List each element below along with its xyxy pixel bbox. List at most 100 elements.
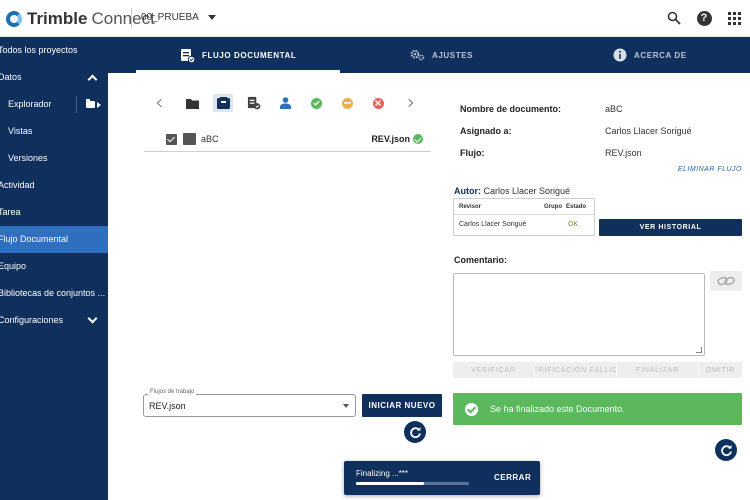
tab-bar: FLUJO DOCUMENTAL AJUSTES ACERCA DE <box>108 37 750 73</box>
workflow-select-value: REV.json <box>149 401 186 411</box>
tab-acerca-de[interactable]: ACERCA DE <box>612 37 687 73</box>
doc-name-value: aBC <box>605 104 623 114</box>
resize-handle[interactable] <box>696 347 702 353</box>
reviewer-table: Revisor Grupo Estado Carlos Llacer Sorig… <box>453 198 595 236</box>
link-icon <box>717 276 735 286</box>
help-button[interactable]: ? <box>696 10 712 26</box>
sidebar-item-configuraciones[interactable]: Configuraciones <box>0 307 108 334</box>
tab-label: AJUSTES <box>432 50 474 60</box>
sidebar-item-flujo-documental[interactable]: Flujo Documental <box>0 226 108 253</box>
filter-approved[interactable] <box>309 96 323 110</box>
topbar-actions: ? <box>666 10 742 26</box>
flow-label: Flujo: <box>460 148 485 158</box>
author: Autor: Carlos Llacer Sorigué <box>454 186 570 196</box>
close-snackbar-button[interactable]: CERRAR <box>494 473 531 482</box>
column-header: Grupo <box>544 204 562 210</box>
list-item[interactable]: aBC REV.json <box>144 128 431 152</box>
sidebar-item-label: Versiones <box>8 153 48 163</box>
flow-value: REV.json <box>605 148 642 158</box>
comment-textarea[interactable] <box>453 273 705 356</box>
tab-ajustes[interactable]: AJUSTES <box>410 37 473 73</box>
table-divider <box>454 214 594 215</box>
sidebar-item-bibliotecas[interactable]: Bibliotecas de conjuntos ... <box>0 280 108 307</box>
sidebar-divider <box>76 96 77 113</box>
refresh-button[interactable] <box>404 421 426 443</box>
sidebar-item-versiones[interactable]: Versiones <box>0 145 108 172</box>
filter-inbox[interactable] <box>213 94 233 112</box>
finalize-button[interactable]: FINALIZAR <box>617 362 698 378</box>
progress-bar-fill <box>356 482 424 485</box>
filter-pending[interactable] <box>340 96 354 110</box>
status-badge: OK <box>568 221 579 228</box>
workflow-doc-icon <box>247 96 261 110</box>
success-message: Se ha finalizado este Documento. <box>490 404 625 414</box>
sidebar-item-label: Equipo <box>0 261 27 271</box>
progress-snackbar: Finalizing ...*** CERRAR <box>344 461 540 495</box>
delete-flow-link[interactable]: ELIMINAR FLUJO <box>678 166 742 173</box>
workflow-select-label: Flujos de trabajo <box>148 389 197 395</box>
filter-workflow-doc[interactable] <box>247 96 261 110</box>
skip-button[interactable]: OMITIR <box>699 362 742 378</box>
inbox-icon <box>216 97 230 109</box>
sidebar-item-label: Flujo Documental <box>0 234 69 244</box>
sidebar-item-label: Bibliotecas de conjuntos ... <box>0 288 106 298</box>
view-history-button[interactable]: VER HISTORIAL <box>599 219 742 236</box>
search-icon[interactable] <box>666 10 682 26</box>
start-new-button[interactable]: INICIAR NUEVO <box>362 394 442 417</box>
verification-failed-button[interactable]: VERIFICACIÓN FALLIDA <box>535 362 616 378</box>
filter-rejected[interactable] <box>371 96 385 110</box>
chevron-down-icon[interactable] <box>87 313 98 324</box>
trimble-connect-logo[interactable]: Trimble Connect <box>6 9 155 29</box>
active-tab-indicator <box>136 70 340 73</box>
top-bar: Trimble Connect 00_PRUEBA ? <box>0 0 750 37</box>
folder-icon[interactable] <box>86 99 95 108</box>
sidebar-item-label: Tarea <box>0 207 21 217</box>
document-revision: REV.json <box>371 134 423 144</box>
sidebar-item-datos[interactable]: Datos <box>0 64 108 91</box>
project-name: 00_PRUEBA <box>141 12 199 23</box>
reviewer-name: Carlos Llacer Sorigué <box>459 221 527 228</box>
sidebar-item-label: Datos <box>0 72 22 82</box>
sidebar-item-actividad[interactable]: Actividad <box>0 172 108 199</box>
tab-flujo-documental[interactable]: FLUJO DOCUMENTAL <box>180 37 296 73</box>
person-icon <box>279 97 291 109</box>
chevron-up-icon[interactable] <box>87 74 98 85</box>
trimble-logo-icon <box>6 11 22 27</box>
check-circle-icon <box>413 134 423 144</box>
sidebar-item-label: Vistas <box>8 126 33 136</box>
sidebar-item-todos-los-proyectos[interactable]: Todos los proyectos <box>0 37 108 64</box>
caret-down-icon <box>207 15 216 20</box>
project-selector[interactable]: 00_PRUEBA <box>141 12 216 23</box>
author-value: Carlos Llacer Sorigué <box>483 186 571 196</box>
snackbar-text: Finalizing ...*** <box>356 469 409 478</box>
logo-brand: Trimble <box>27 9 88 28</box>
assigned-label: Asignado a: <box>460 126 512 136</box>
sidebar-item-label: Actividad <box>0 180 35 190</box>
filter-person[interactable] <box>278 96 292 110</box>
refresh-icon <box>720 444 732 456</box>
verify-button[interactable]: VERIFICAR <box>453 362 534 378</box>
sidebar-item-equipo[interactable]: Equipo <box>0 253 108 280</box>
sidebar-item-explorador[interactable]: Explorador <box>0 91 108 118</box>
info-icon <box>612 48 627 63</box>
check-circle-icon <box>465 402 478 416</box>
refresh-icon <box>409 426 421 438</box>
chevron-right-icon[interactable] <box>97 102 101 108</box>
apps-grid-icon[interactable] <box>726 10 742 26</box>
document-checkbox[interactable] <box>166 134 177 145</box>
sidebar-item-tarea[interactable]: Tarea <box>0 199 108 226</box>
author-label: Autor: <box>454 186 481 196</box>
close-circle-icon <box>372 97 384 109</box>
chevron-right-icon <box>404 98 414 108</box>
minus-circle-icon <box>341 97 353 109</box>
sidebar-item-vistas[interactable]: Vistas <box>0 118 108 145</box>
previous-arrow[interactable] <box>154 96 168 110</box>
sidebar: Todos los proyectos Datos Explorador Vis… <box>0 37 108 500</box>
filter-folder[interactable] <box>185 96 199 110</box>
check-circle-icon <box>310 97 322 109</box>
link-button[interactable] <box>710 271 742 291</box>
sidebar-item-label: Explorador <box>8 99 52 109</box>
next-arrow[interactable] <box>402 96 416 110</box>
refresh-button[interactable] <box>715 439 737 461</box>
tab-label: ACERCA DE <box>634 50 687 60</box>
